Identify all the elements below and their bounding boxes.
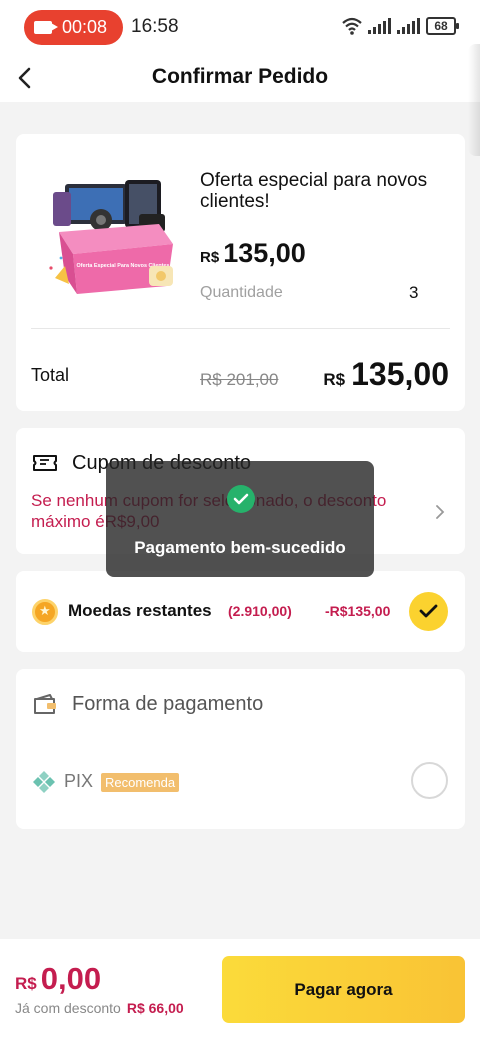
quantity-label: Quantidade [200,284,283,301]
screen-record-indicator[interactable]: 00:08 [24,10,123,45]
pay-now-button[interactable]: Pagar agora [222,956,465,1023]
price-value: 135,00 [223,238,306,268]
coins-label: Moedas restantes [68,601,212,620]
record-time: 00:08 [62,17,108,37]
discount-label: Já com desconto [15,1000,121,1016]
divider [31,328,450,329]
payment-title: Forma de pagamento [72,693,264,715]
coin-icon [32,599,58,625]
chevron-right-icon[interactable] [434,503,446,521]
success-check-icon [227,485,255,513]
pay-currency: R$ [15,974,37,993]
price-currency: R$ [200,249,220,266]
system-icons: 68 [342,17,459,35]
recommended-badge: Recomenda [101,773,180,792]
coins-card: Moedas restantes (2.910,00) -R$135,00 [16,571,465,652]
product-card: Oferta Especial Para Novos Clientes Ofer… [16,134,465,411]
total-amount: 135,00 [351,356,449,392]
pix-icon [33,771,55,793]
signal-icon [368,18,391,34]
coins-checkbox[interactable] [409,592,448,631]
toast-message: Pagamento bem-sucedido [134,538,346,557]
status-bar: 00:08 16:58 68 [0,0,480,54]
ticket-icon [33,455,57,471]
quantity-value: 3 [409,283,419,302]
battery-icon: 68 [426,17,459,35]
bottom-bar: R$ 0,00 Já com desconto R$ 66,00 Pagar ag… [0,939,480,1038]
discount-value: R$ 66,00 [126,1000,184,1016]
payment-option-pix[interactable]: PIX Recomenda [16,755,465,807]
total-label: Total [31,365,70,385]
pay-value: 0,00 [40,961,102,996]
product-image: Oferta Especial Para Novos Clientes [49,180,173,294]
total-price: R$ 135,00 [323,356,449,393]
coins-balance: (2.910,00) [228,603,292,619]
payment-card: Forma de pagamento PIX Recomenda [16,669,465,829]
header: Confirmar Pedido [0,54,480,102]
record-icon [34,21,58,34]
discount-summary: Já com desconto R$ 66,00 [15,1000,184,1016]
page-title: Confirmar Pedido [151,65,329,88]
checkmark-icon [419,604,438,618]
product-title: Oferta especial para novos clientes! [200,170,428,212]
total-currency: R$ [323,370,346,389]
coins-discount: -R$135,00 [325,603,391,619]
signal-icon [397,18,420,34]
success-toast: Pagamento bem-sucedido [106,461,374,577]
clock: 16:58 [131,16,179,37]
wallet-icon [34,694,56,714]
edge-handle[interactable] [468,44,480,156]
pix-label: PIX [64,771,94,791]
pay-amount: R$ 0,00 [15,961,101,997]
pix-radio[interactable] [411,762,448,799]
wifi-icon [342,17,362,35]
product-price: R$ 135,00 [200,238,306,269]
original-price: R$ 201,00 [200,370,279,389]
